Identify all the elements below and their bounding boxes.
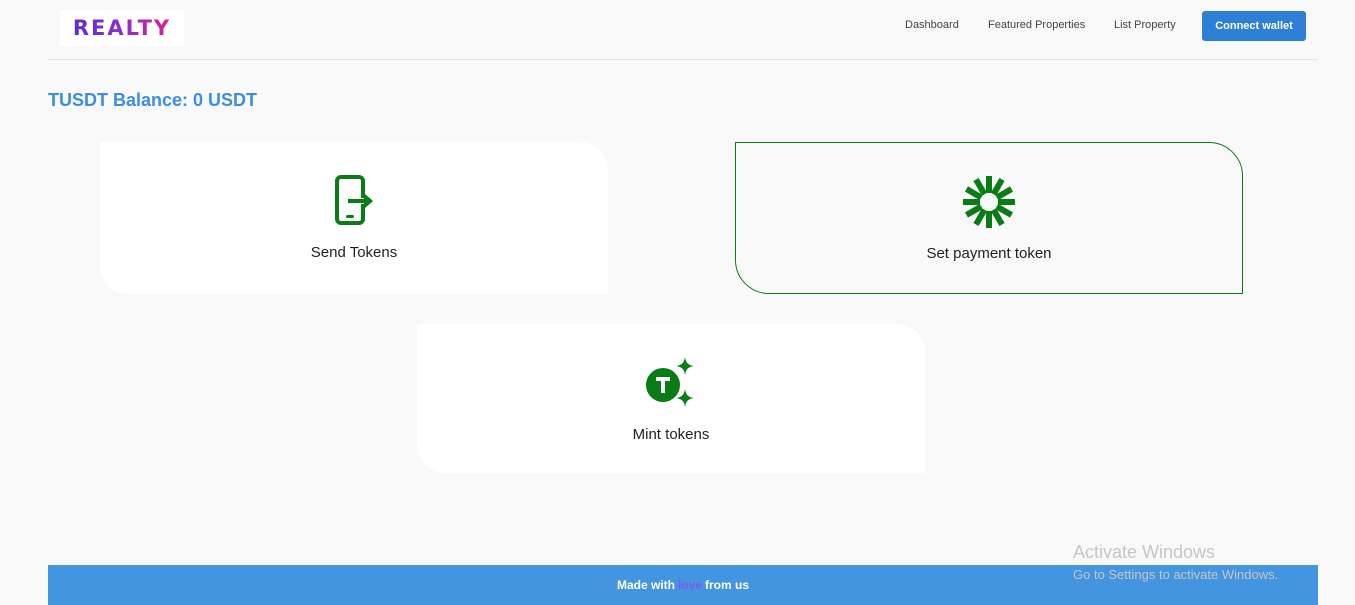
connect-wallet-button[interactable]: Connect wallet — [1202, 11, 1306, 41]
footer-love-text: love — [677, 578, 702, 592]
header-divider — [48, 59, 1318, 60]
mint-tokens-card[interactable]: Mint tokens — [417, 324, 925, 473]
watermark-title: Activate Windows — [1073, 542, 1216, 562]
nav-dashboard[interactable]: Dashboard — [905, 19, 959, 31]
logo[interactable]: REALTY — [60, 10, 184, 46]
footer-text-start: Made with — [616, 578, 675, 592]
nav-featured-properties[interactable]: Featured Properties — [988, 19, 1085, 31]
footer-text-end: from us — [705, 578, 750, 592]
logo-text: REALTY — [72, 16, 172, 40]
send-tokens-label: Send Tokens — [310, 244, 398, 261]
set-payment-token-label: Set payment token — [926, 245, 1052, 262]
token-sparkle-icon — [643, 354, 699, 412]
mint-tokens-label: Mint tokens — [632, 426, 710, 443]
set-payment-token-card[interactable]: Set payment token — [735, 142, 1243, 294]
starburst-icon — [961, 173, 1017, 231]
send-tokens-card[interactable]: Send Tokens — [100, 142, 608, 294]
nav-list-property[interactable]: List Property — [1114, 19, 1176, 31]
balance-heading: TUSDT Balance: 0 USDT — [48, 90, 258, 110]
mobile-send-icon — [332, 172, 376, 230]
footer: Made with love from us — [48, 565, 1318, 605]
